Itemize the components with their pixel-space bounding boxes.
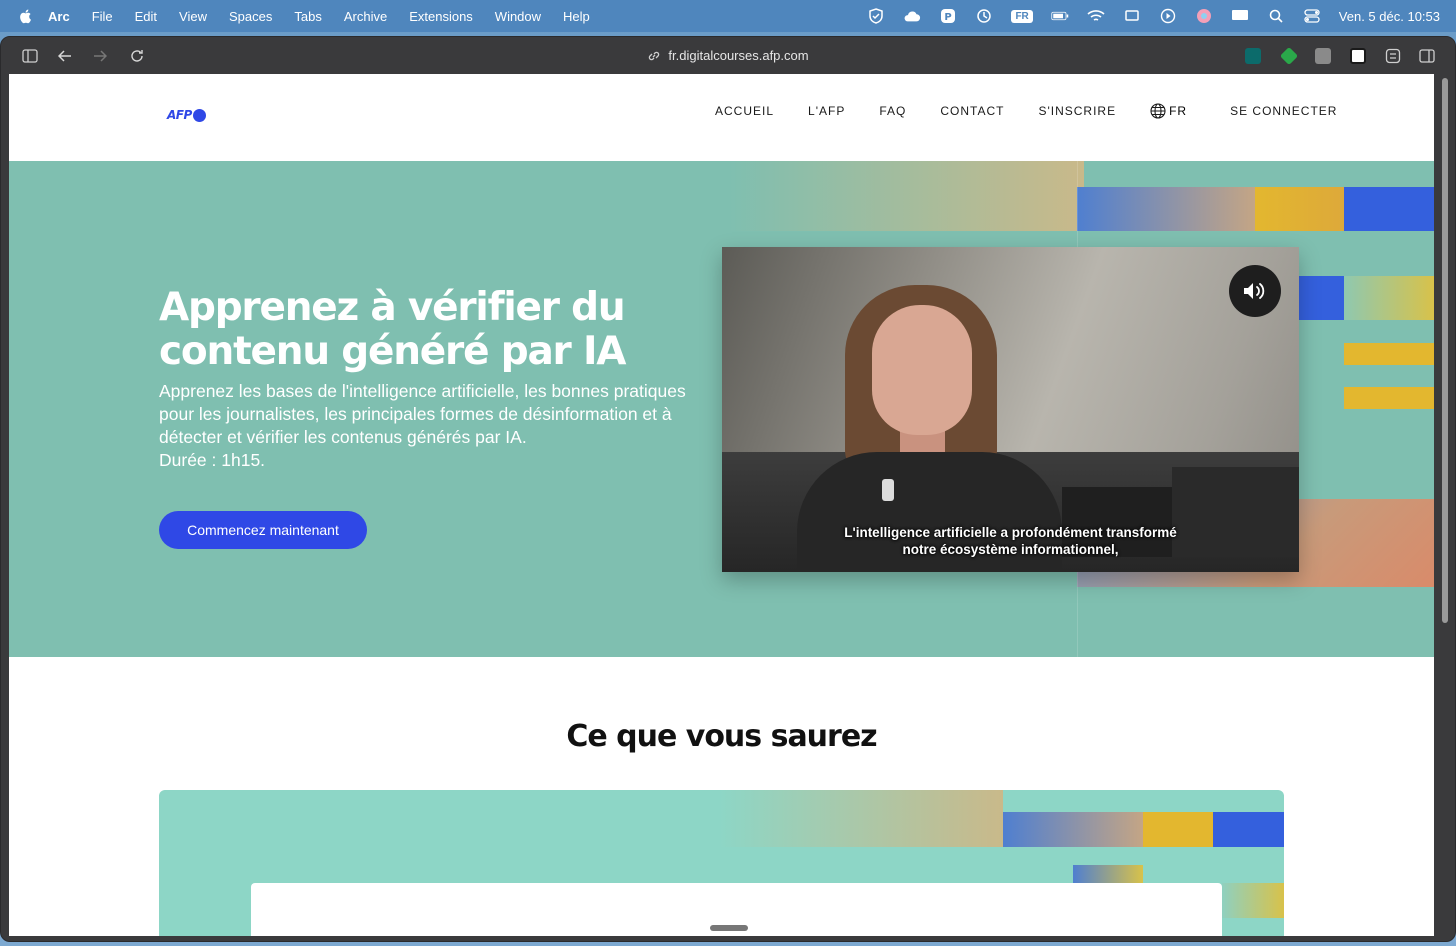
deco-block [1213, 812, 1284, 847]
hero-duration: Durée : 1h15. [159, 450, 266, 470]
extension-2-icon[interactable] [1279, 46, 1299, 66]
subtitle-line: L'intelligence artificielle a profondéme… [844, 525, 1177, 540]
menu-view[interactable]: View [179, 9, 207, 24]
nav-faq[interactable]: FAQ [879, 104, 906, 118]
scrollbar-thumb[interactable] [1442, 78, 1448, 623]
cloud-icon[interactable] [903, 7, 921, 25]
web-page: AFP ACCUEIL L'AFP FAQ CONTACT S'INSCRIRE… [9, 74, 1434, 936]
control-center-icon[interactable] [1303, 7, 1321, 25]
spotlight-search-icon[interactable] [1267, 7, 1285, 25]
afp-logo[interactable]: AFP [167, 108, 206, 122]
screen-mirroring-icon[interactable] [1231, 7, 1249, 25]
deco-block [1222, 883, 1284, 918]
browser-toolbar: fr.digitalcourses.afp.com [1, 37, 1455, 74]
settings-panel-icon[interactable] [1384, 47, 1402, 65]
battery-icon[interactable] [1051, 7, 1069, 25]
page-drag-handle[interactable] [710, 925, 748, 931]
deco-block [1344, 276, 1434, 320]
site-header: AFP ACCUEIL L'AFP FAQ CONTACT S'INSCRIRE… [9, 74, 1434, 161]
menu-file[interactable]: File [92, 9, 113, 24]
nav-contact[interactable]: CONTACT [940, 104, 1004, 118]
browser-window: fr.digitalcourses.afp.com AFP ACCUEIL L'… [0, 36, 1456, 942]
logo-dot [192, 108, 206, 122]
macos-menubar: Arc File Edit View Spaces Tabs Archive E… [0, 0, 1456, 32]
card-gradient [719, 790, 1003, 847]
extension-3-icon[interactable] [1315, 48, 1331, 64]
page-scrollbar[interactable] [1439, 74, 1451, 936]
intro-video[interactable]: L'intelligence artificielle a profondéme… [722, 247, 1299, 572]
menu-app-name[interactable]: Arc [48, 9, 70, 24]
time-machine-icon[interactable] [975, 7, 993, 25]
video-person-face [872, 305, 972, 435]
back-arrow-icon[interactable] [56, 47, 74, 65]
link-icon [649, 51, 660, 60]
main-nav: ACCUEIL L'AFP FAQ CONTACT S'INSCRIRE FR … [715, 103, 1337, 119]
language-label: FR [1169, 104, 1188, 118]
sidebar-toggle-icon[interactable] [21, 47, 39, 65]
forward-arrow-icon[interactable] [91, 47, 109, 65]
hero-description: Apprenez les bases de l'intelligence art… [159, 380, 689, 472]
video-mic [882, 479, 894, 501]
deco-block [1255, 187, 1344, 231]
deco-block [1344, 187, 1434, 231]
menu-edit[interactable]: Edit [135, 9, 157, 24]
learning-outcomes-area [159, 790, 1284, 936]
url-text: fr.digitalcourses.afp.com [668, 48, 809, 63]
start-now-button[interactable]: Commencez maintenant [159, 511, 367, 549]
nav-login[interactable]: SE CONNECTER [1230, 104, 1337, 118]
hero-description-text: Apprenez les bases de l'intelligence art… [159, 381, 686, 447]
play-circle-icon[interactable] [1159, 7, 1177, 25]
menu-spaces[interactable]: Spaces [229, 9, 272, 24]
menu-archive[interactable]: Archive [344, 9, 387, 24]
nav-afp[interactable]: L'AFP [808, 104, 845, 118]
reload-icon[interactable] [128, 47, 146, 65]
address-bar[interactable]: fr.digitalcourses.afp.com [1, 37, 1455, 74]
section-title: Ce que vous saurez [566, 719, 877, 754]
menubar-clock[interactable]: Ven. 5 déc. 10:53 [1339, 9, 1440, 24]
speaker-volume-icon [1244, 283, 1265, 299]
menu-extensions[interactable]: Extensions [409, 9, 473, 24]
globe-icon [1150, 103, 1166, 119]
hero-title: Apprenez à vérifier du contenu généré pa… [159, 285, 626, 374]
hero-section: Apprenez à vérifier du contenu généré pa… [9, 161, 1434, 657]
sound-toggle-button[interactable] [1229, 265, 1281, 317]
deco-block [1073, 865, 1143, 883]
nav-signup[interactable]: S'INSCRIRE [1038, 104, 1116, 118]
split-view-icon[interactable] [1418, 47, 1436, 65]
apple-logo-icon[interactable] [18, 8, 34, 24]
extension-4-icon[interactable] [1350, 48, 1366, 64]
deco-block [1344, 387, 1434, 409]
nav-home[interactable]: ACCUEIL [715, 104, 774, 118]
menu-help[interactable]: Help [563, 9, 590, 24]
video-subtitles: L'intelligence artificielle a profondéme… [722, 524, 1299, 558]
deco-block [1003, 812, 1143, 847]
extension-1-icon[interactable] [1245, 48, 1261, 64]
p-app-icon[interactable]: P [939, 7, 957, 25]
subtitle-line: notre écosystème informationnel, [902, 542, 1119, 557]
menu-tabs[interactable]: Tabs [294, 9, 321, 24]
deco-block [1344, 343, 1434, 365]
deco-block [1077, 187, 1255, 231]
hero-gradient [729, 161, 1084, 231]
shield-icon[interactable] [867, 7, 885, 25]
menu-window[interactable]: Window [495, 9, 541, 24]
svg-text:P: P [945, 12, 952, 23]
language-selector[interactable]: FR [1150, 103, 1187, 119]
deco-block [1299, 276, 1344, 320]
display-icon[interactable] [1123, 7, 1141, 25]
menubar-status-area: P FR Ven. 5 déc. 10:53 [849, 0, 1440, 32]
deco-block [1143, 812, 1213, 847]
wifi-icon[interactable] [1087, 7, 1105, 25]
color-app-icon[interactable] [1195, 7, 1213, 25]
input-source-badge[interactable]: FR [1011, 9, 1033, 23]
